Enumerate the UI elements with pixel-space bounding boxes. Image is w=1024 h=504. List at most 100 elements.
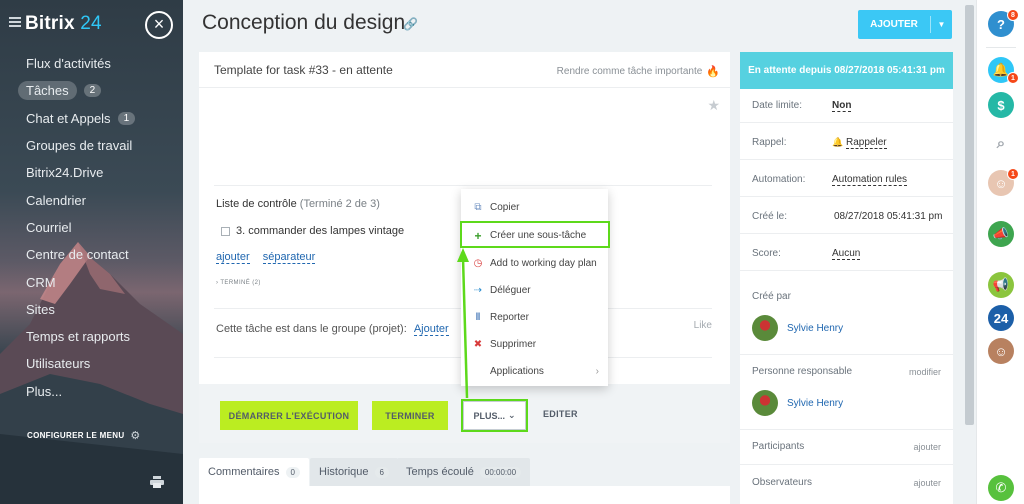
divider xyxy=(214,185,712,186)
checklist-item-label: 3. commander des lampes vintage xyxy=(236,225,405,237)
divider xyxy=(740,196,953,197)
close-icon[interactable]: × xyxy=(145,11,173,39)
sidebar-item-label: Flux d'activités xyxy=(26,56,111,72)
announcement-icon[interactable]: 📢 xyxy=(988,272,1014,298)
divider xyxy=(740,122,953,123)
responsible-person[interactable]: Sylvie Henry xyxy=(752,390,843,416)
like-button[interactable]: Like xyxy=(694,320,712,331)
sidebar-item[interactable]: Chat et Appels 1 xyxy=(0,105,183,132)
sidebar-item[interactable]: Calendrier xyxy=(0,186,183,213)
tab-count: 6 xyxy=(374,466,389,478)
automation-value[interactable]: Automation rules xyxy=(832,174,908,186)
sidebar-item[interactable]: Plus... xyxy=(0,378,183,405)
phone-icon[interactable]: ✆ xyxy=(988,475,1014,501)
bell-icon: 🔔 xyxy=(832,137,844,147)
menu-item-applications[interactable]: Applications › xyxy=(461,358,608,385)
printer-icon[interactable] xyxy=(150,476,164,488)
annotation-arrow xyxy=(457,248,469,399)
messenger-icon[interactable]: $ xyxy=(988,92,1014,118)
sidebar-item[interactable]: Flux d'activités xyxy=(0,50,183,77)
divider xyxy=(740,464,953,465)
completed-toggle[interactable]: › TERMINÉ (2) xyxy=(216,280,261,286)
avatar xyxy=(752,390,778,416)
sidebar-item-label: Courriel xyxy=(26,219,72,235)
star-icon[interactable]: ★ xyxy=(707,97,720,114)
tab-time-spent[interactable]: Temps écoulé 00:00:00 xyxy=(397,458,531,486)
deadline-value[interactable]: Non xyxy=(832,100,852,112)
add-button[interactable]: AJOUTER ▼ xyxy=(858,10,952,39)
sidebar-item-label: Bitrix24.Drive xyxy=(26,165,104,181)
start-execution-button[interactable]: DÉMARRER L'EXÉCUTION xyxy=(220,401,358,430)
checklist-separator-link[interactable]: séparateur xyxy=(262,251,316,264)
row-label: Créé le: xyxy=(752,211,788,222)
divider xyxy=(740,233,953,234)
group-label: Cette tâche est dans le groupe (projet): xyxy=(216,323,407,335)
sidebar-item[interactable]: Groupes de travail xyxy=(0,132,183,159)
checklist-checkbox[interactable] xyxy=(221,226,230,236)
sidebar-item[interactable]: CRM xyxy=(0,268,183,295)
configure-menu-label: CONFIGURER LE MENU xyxy=(27,431,125,440)
hamburger-icon[interactable] xyxy=(9,17,21,28)
sidebar-item-label: Chat et Appels xyxy=(26,110,111,126)
created-by-label: Créé par xyxy=(752,291,791,302)
score-value[interactable]: Aucun xyxy=(832,248,861,260)
megaphone-icon[interactable]: 📣 xyxy=(988,221,1014,247)
reminder-value: Rappeler xyxy=(846,137,887,149)
sidebar-item[interactable]: Courriel xyxy=(0,214,183,241)
user-avatar-icon[interactable]: ☺ xyxy=(988,338,1014,364)
task-tabs: Commentaires 0 Historique 6 Temps écoulé… xyxy=(199,456,730,504)
configure-menu-button[interactable]: CONFIGURER LE MENU ⚙ xyxy=(27,429,141,442)
group-add-link[interactable]: Ajouter xyxy=(413,323,449,336)
divider xyxy=(740,159,953,160)
sidebar-item[interactable]: Tâches 2 xyxy=(0,77,183,104)
add-observer-link[interactable]: ajouter xyxy=(913,478,941,488)
logo-text: Bitrix xyxy=(25,13,75,34)
automation-row: Automation: Automation rules xyxy=(752,174,944,186)
tab-label: Temps écoulé xyxy=(406,466,474,478)
sidebar-item[interactable]: Temps et rapports xyxy=(0,323,183,350)
tab-history[interactable]: Historique 6 xyxy=(310,458,398,486)
bitrix24-icon[interactable]: 24 xyxy=(988,305,1014,331)
search-icon[interactable]: ⌕ xyxy=(988,130,1014,156)
created-on-row: Créé le: 08/27/2018 05:41:31 pm xyxy=(752,211,944,222)
tab-content xyxy=(199,486,730,504)
add-participant-link[interactable]: ajouter xyxy=(913,442,941,452)
menu-item-delete[interactable]: ✖ Supprimer xyxy=(461,331,608,358)
task-subtitle: Template for task #33 - en attente xyxy=(214,63,393,77)
creator[interactable]: Sylvie Henry xyxy=(752,315,843,341)
edit-button[interactable]: EDITER xyxy=(543,409,578,419)
divider xyxy=(740,354,953,355)
sidebar-item[interactable]: Centre de contact xyxy=(0,241,183,268)
copy-icon: ⧉ xyxy=(474,202,482,213)
make-important-button[interactable]: Rendre comme tâche importante 🔥 xyxy=(557,65,720,78)
notifications-badge: 1 xyxy=(1007,72,1019,84)
sidebar-menu: Flux d'activités Tâches 2 Chat et Appels 1 Gr… xyxy=(0,50,183,405)
scrollbar-thumb[interactable] xyxy=(965,5,974,425)
modify-responsible-link[interactable]: modifier xyxy=(909,367,941,377)
sidebar-item[interactable]: Utilisateurs xyxy=(0,350,183,377)
scrollbar[interactable] xyxy=(963,0,976,504)
tab-comments[interactable]: Commentaires 0 xyxy=(199,458,309,486)
sidebar-item[interactable]: Bitrix24.Drive xyxy=(0,159,183,186)
gear-icon: ⚙ xyxy=(130,430,141,442)
reminder-link[interactable]: 🔔 Rappeler xyxy=(832,137,887,149)
sidebar-item[interactable]: Sites xyxy=(0,296,183,323)
tab-count: 00:00:00 xyxy=(479,466,522,478)
bitrix-logo[interactable]: Bitrix 24 xyxy=(25,13,102,35)
chevron-down-icon[interactable]: ▼ xyxy=(931,20,952,29)
status-header: En attente depuis 08/27/2018 05:41:31 pm xyxy=(740,52,953,89)
menu-item-working-day-plan[interactable]: ◷ Add to working day plan xyxy=(461,250,608,277)
finish-button[interactable]: TERMINER xyxy=(372,401,448,430)
make-important-label: Rendre comme tâche importante xyxy=(556,66,703,77)
group-row: Cette tâche est dans le groupe (projet):… xyxy=(216,323,449,336)
menu-item-delegate[interactable]: ⇢ Déléguer xyxy=(461,277,608,304)
sidebar-item-label: Temps et rapports xyxy=(26,329,131,345)
highlight-create-subtask xyxy=(460,221,610,248)
score-row: Score: Aucun xyxy=(752,248,944,260)
sidebar-item-badge: 2 xyxy=(83,84,102,98)
link-icon[interactable]: 🔗 xyxy=(403,17,418,31)
more-popup-menu: ⧉ Copier + Créer une sous-tâche ◷ Add to… xyxy=(461,189,608,386)
checklist-add-link[interactable]: ajouter xyxy=(216,251,250,264)
menu-item-copy[interactable]: ⧉ Copier xyxy=(461,194,608,221)
menu-item-postpone[interactable]: ‖ Reporter xyxy=(461,304,608,331)
